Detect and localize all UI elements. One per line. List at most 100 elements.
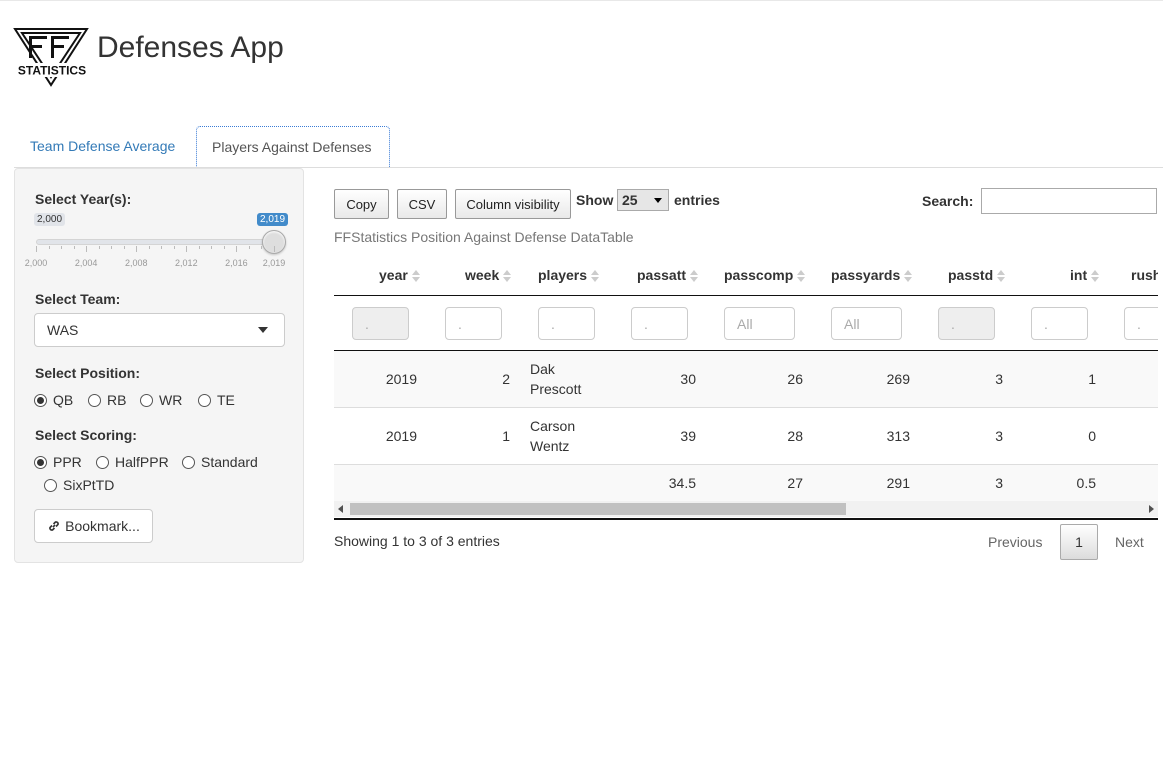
table-row[interactable]: 2019 1 Carson Wentz 39 28 313 3 0 <box>334 408 1158 464</box>
slider-tick <box>274 246 275 252</box>
search-input[interactable] <box>981 188 1157 214</box>
cell-week: 1 <box>502 428 510 444</box>
scoring-radio-standard[interactable]: Standard <box>182 454 258 470</box>
column-header-passatt[interactable]: passatt <box>637 267 699 283</box>
column-visibility-button[interactable]: Column visibility <box>455 189 571 219</box>
entries-length-select[interactable]: 25 <box>617 189 669 211</box>
year-slider-track[interactable] <box>36 239 274 245</box>
show-label: Show <box>576 192 614 208</box>
slider-tick <box>111 246 113 249</box>
slider-tick <box>261 246 263 249</box>
column-header-int[interactable]: int <box>1070 267 1100 283</box>
table-row[interactable]: 2019 2 Dak Prescott 30 26 269 3 1 <box>334 351 1158 407</box>
sort-icon <box>591 270 600 283</box>
next-page-button[interactable]: Next <box>1115 534 1144 550</box>
column-header-rush[interactable]: rush <box>1131 267 1158 283</box>
slider-tick <box>86 246 88 252</box>
top-rule <box>0 0 1163 1</box>
table-footer-row: 34.5 27 291 3 0.5 <box>334 465 1158 501</box>
slider-tick-label: 2,016 <box>225 258 248 268</box>
column-header-passcomp[interactable]: passcomp <box>724 267 806 283</box>
slider-tick-label: 2,008 <box>124 258 148 268</box>
team-select[interactable]: WAS <box>34 313 285 347</box>
page-1-button[interactable]: 1 <box>1060 524 1098 560</box>
cell-passatt: 39 <box>680 428 696 444</box>
slider-tick <box>223 246 225 249</box>
column-header-passtd[interactable]: passtd <box>948 267 1006 283</box>
footer-passtd: 3 <box>995 475 1003 491</box>
sort-icon <box>690 270 699 283</box>
slider-tick <box>148 246 150 249</box>
link-icon <box>49 521 59 531</box>
year-slider-min-value: 2,000 <box>34 213 66 226</box>
position-radio-rb[interactable]: RB <box>88 392 126 408</box>
slider-tick <box>61 246 63 249</box>
filter-year[interactable]: . <box>352 307 409 340</box>
horizontal-scrollbar[interactable] <box>334 501 1158 517</box>
cell-passyards: 313 <box>886 428 910 444</box>
column-header-year[interactable]: year <box>379 267 420 283</box>
position-radio-qb[interactable]: QB <box>34 392 73 408</box>
slider-tick <box>236 246 238 252</box>
table-bottom-rule <box>334 518 1158 520</box>
tab-players-against-defenses[interactable]: Players Against Defenses <box>196 126 390 168</box>
cell-int: 0 <box>1088 428 1096 444</box>
app-title: Defenses App <box>97 31 284 64</box>
team-label: Select Team: <box>35 291 121 307</box>
copy-button[interactable]: Copy <box>334 189 389 219</box>
filter-passcomp[interactable]: All <box>724 307 795 340</box>
filter-week[interactable]: . <box>445 307 502 340</box>
footer-passcomp: 27 <box>787 475 803 491</box>
filter-rush[interactable]: . <box>1124 307 1158 340</box>
bookmark-label: Bookmark... <box>65 518 140 534</box>
header-rule <box>334 295 1158 296</box>
position-radio-wr[interactable]: WR <box>140 392 182 408</box>
scroll-right-icon[interactable] <box>1149 505 1154 513</box>
filter-passatt[interactable]: . <box>631 307 688 340</box>
slider-tick <box>248 246 250 249</box>
scroll-left-icon[interactable] <box>338 505 343 513</box>
slider-tick <box>173 246 175 249</box>
slider-tick <box>186 246 188 252</box>
cell-passcomp: 26 <box>787 371 803 387</box>
column-header-players[interactable]: players <box>538 267 600 283</box>
previous-page-button[interactable]: Previous <box>988 534 1042 550</box>
year-slider-max-value: 2,019 <box>257 213 289 226</box>
footer-int: 0.5 <box>1076 475 1096 491</box>
slider-tick <box>198 246 200 249</box>
sort-icon <box>797 270 806 283</box>
team-select-value: WAS <box>47 322 79 338</box>
position-label: Select Position: <box>35 365 141 381</box>
sort-icon <box>503 270 512 283</box>
chevron-down-icon <box>258 327 268 333</box>
column-header-passyards[interactable]: passyards <box>831 267 913 283</box>
filter-players[interactable]: . <box>538 307 595 340</box>
table-caption: FFStatistics Position Against Defense Da… <box>334 229 634 245</box>
scoring-radio-ppr[interactable]: PPR <box>34 454 82 470</box>
sort-icon <box>904 270 913 283</box>
tab-team-defense-average[interactable]: Team Defense Average <box>15 126 190 168</box>
slider-tick <box>48 246 50 249</box>
cell-players: Dak Prescott <box>530 361 582 397</box>
bookmark-button[interactable]: Bookmark... <box>34 509 153 543</box>
cell-players: Carson Wentz <box>530 418 576 454</box>
slider-tick <box>36 246 37 252</box>
cell-passtd: 3 <box>995 428 1003 444</box>
scoring-radio-sixpttd[interactable]: SixPtTD <box>44 477 114 493</box>
csv-button[interactable]: CSV <box>397 189 447 219</box>
filter-passtd[interactable]: . <box>938 307 995 340</box>
slider-tick <box>136 246 138 252</box>
year-slider-ticks <box>36 246 276 256</box>
position-radio-te[interactable]: TE <box>198 392 235 408</box>
scoring-radio-halfppr[interactable]: HalfPPR <box>96 454 169 470</box>
slider-tick-label: 2,004 <box>74 258 98 268</box>
filter-int[interactable]: . <box>1031 307 1088 340</box>
filter-passyards[interactable]: All <box>831 307 902 340</box>
year-label: Select Year(s): <box>35 191 132 207</box>
table-info: Showing 1 to 3 of 3 entries <box>334 533 500 549</box>
logo-text: STATISTICS <box>18 64 86 78</box>
slider-tick <box>73 246 75 249</box>
column-header-week[interactable]: week <box>465 267 512 283</box>
scrollbar-thumb[interactable] <box>350 503 846 515</box>
entries-length-value: 25 <box>622 192 638 208</box>
